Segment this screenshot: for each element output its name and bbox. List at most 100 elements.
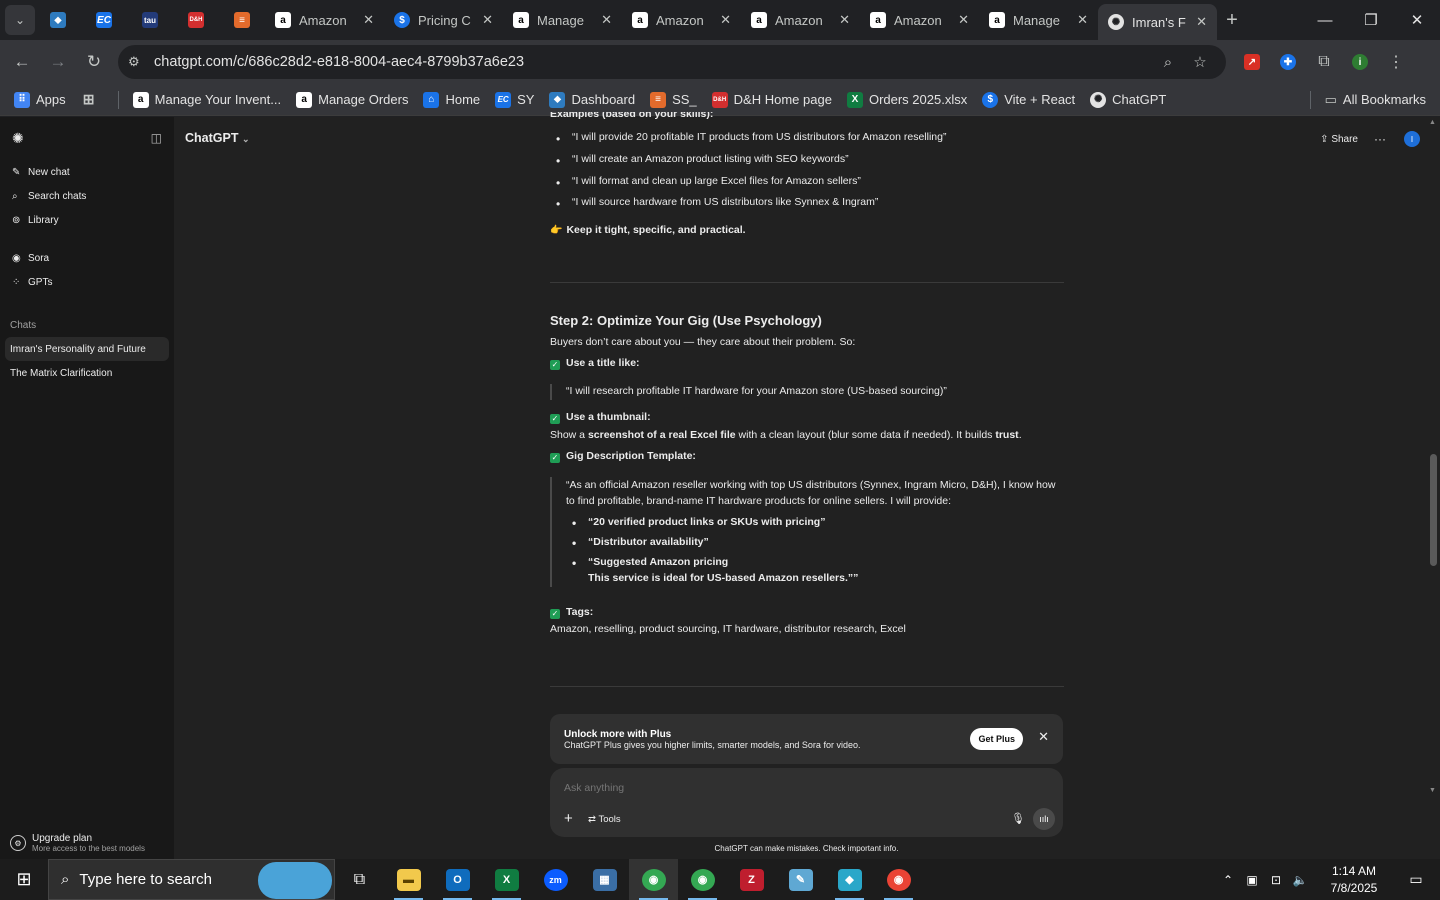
- close-icon[interactable]: ✕: [1038, 729, 1049, 745]
- chrome-profile-icon[interactable]: ◉: [874, 859, 923, 900]
- tab-1[interactable]: a Amazon ✕: [265, 0, 384, 40]
- bookmark-tab-groups[interactable]: ⊞: [81, 91, 103, 108]
- close-icon[interactable]: ✕: [839, 12, 850, 28]
- close-icon[interactable]: ✕: [482, 12, 493, 28]
- bookmark-dh-home[interactable]: D&H D&H Home page: [711, 91, 832, 108]
- sidebar-item-sora[interactable]: ◉ Sora: [0, 246, 174, 270]
- tab-7[interactable]: a Manage ✕: [979, 0, 1098, 40]
- bookmark-manage-orders[interactable]: a Manage Orders: [296, 91, 408, 108]
- scrollbar-thumb[interactable]: [1430, 454, 1437, 566]
- bookmark-manage-inventory[interactable]: a Manage Your Invent...: [132, 91, 281, 108]
- reload-icon[interactable]: ↻: [76, 44, 112, 80]
- site-info-icon[interactable]: ⚙: [128, 54, 150, 70]
- chat-item[interactable]: The Matrix Clarification: [5, 361, 169, 385]
- chrome-icon[interactable]: ◉: [629, 859, 678, 900]
- close-icon[interactable]: ✕: [1077, 12, 1088, 28]
- close-icon[interactable]: ✕: [720, 12, 731, 28]
- pinned-tab-3[interactable]: tau: [127, 0, 173, 40]
- bookmark-chatgpt[interactable]: ✺ ChatGPT: [1090, 91, 1166, 108]
- tab-search-chevron-icon[interactable]: ⌄: [5, 5, 35, 35]
- address-bar[interactable]: ⚙ chatgpt.com/c/686c28d2-e818-8004-aec4-…: [118, 45, 1226, 79]
- taskbar-search[interactable]: ⌕ Type here to search: [48, 859, 335, 900]
- task-view-icon[interactable]: ⧉: [335, 859, 384, 900]
- openai-logo-icon[interactable]: ✺: [12, 130, 24, 147]
- close-window-icon[interactable]: ✕: [1394, 0, 1440, 40]
- tab-4[interactable]: a Amazon ✕: [622, 0, 741, 40]
- more-options-icon[interactable]: ···: [1374, 132, 1386, 146]
- sidebar-item-new-chat[interactable]: ✎ New chat: [0, 160, 174, 184]
- clock[interactable]: 1:14 AM 7/8/2025: [1316, 863, 1392, 897]
- scroll-up-icon[interactable]: ▲: [1429, 119, 1436, 126]
- extension-red-icon[interactable]: ↗: [1234, 44, 1270, 80]
- browser-menu-icon[interactable]: ⋮: [1378, 44, 1414, 80]
- tab-2[interactable]: $ Pricing C ✕: [384, 0, 503, 40]
- scroll-down-icon[interactable]: ▼: [1429, 787, 1436, 794]
- profile-avatar[interactable]: i: [1342, 44, 1378, 80]
- prompt-input[interactable]: [564, 782, 984, 794]
- volume-icon[interactable]: 🔈: [1288, 873, 1312, 887]
- add-attachment-icon[interactable]: +: [564, 810, 573, 827]
- tools-button[interactable]: ⇄ Tools: [588, 814, 621, 825]
- file-explorer-icon[interactable]: ▬: [384, 859, 433, 900]
- close-icon[interactable]: ✕: [958, 12, 969, 28]
- calculator-icon[interactable]: ▦: [580, 859, 629, 900]
- pinned-tab-1[interactable]: ⬥: [35, 0, 81, 40]
- forward-icon[interactable]: →: [40, 44, 76, 80]
- chat-item-active[interactable]: Imran's Personality and Future: [5, 337, 169, 361]
- tab-3[interactable]: a Manage ✕: [503, 0, 622, 40]
- close-sidebar-icon[interactable]: ◫: [151, 131, 162, 145]
- upgrade-plan[interactable]: ⚙ Upgrade plan More access to the best m…: [10, 833, 145, 853]
- filezilla-icon[interactable]: Z: [727, 859, 776, 900]
- chrome-icon[interactable]: ◉: [678, 859, 727, 900]
- back-icon[interactable]: ←: [4, 44, 40, 80]
- sidebar-item-library[interactable]: ⊚ Library: [0, 208, 174, 232]
- get-plus-button[interactable]: Get Plus: [970, 728, 1023, 750]
- notification-icon[interactable]: ▭: [1392, 871, 1440, 888]
- restore-icon[interactable]: ❐: [1348, 0, 1394, 40]
- new-tab-icon[interactable]: +: [1217, 9, 1247, 32]
- show-hidden-icons-icon[interactable]: ⌃: [1216, 873, 1240, 887]
- close-icon[interactable]: ✕: [601, 12, 612, 28]
- share-button[interactable]: ⇪ Share: [1320, 134, 1358, 145]
- bookmark-orders-xlsx[interactable]: X Orders 2025.xlsx: [846, 91, 967, 108]
- voice-mode-icon[interactable]: ıılı: [1033, 808, 1055, 830]
- bookmark-dashboard[interactable]: ⬥ Dashboard: [549, 91, 635, 108]
- extensions-puzzle-icon[interactable]: ⧉: [1306, 44, 1342, 80]
- notepad-icon[interactable]: ✎: [776, 859, 825, 900]
- app-diamond-icon[interactable]: ◆: [825, 859, 874, 900]
- scrollbar[interactable]: ▲ ▼: [1429, 117, 1437, 859]
- url-text[interactable]: chatgpt.com/c/686c28d2-e818-8004-aec4-87…: [154, 54, 1152, 70]
- model-selector[interactable]: ChatGPT ⌄: [185, 131, 250, 145]
- bookmark-label: D&H Home page: [733, 92, 832, 107]
- tab-active[interactable]: ✺ Imran's F ✕: [1098, 4, 1217, 40]
- excel-icon[interactable]: X: [482, 859, 531, 900]
- minimize-icon[interactable]: —: [1302, 0, 1348, 40]
- bookmark-sy[interactable]: EC SY: [495, 91, 534, 108]
- tab-title: Amazon: [775, 12, 823, 28]
- sidebar-item-gpts[interactable]: ⁘ GPTs: [0, 270, 174, 294]
- tab-6[interactable]: a Amazon ✕: [860, 0, 979, 40]
- pinned-tab-5[interactable]: ≡: [219, 0, 265, 40]
- zoom-icon[interactable]: zm: [531, 859, 580, 900]
- extension-blue-icon[interactable]: ✚: [1270, 44, 1306, 80]
- bookmark-apps[interactable]: ⠿ Apps: [14, 91, 66, 108]
- close-icon[interactable]: ✕: [1196, 14, 1207, 30]
- pinned-tab-2[interactable]: EC: [81, 0, 127, 40]
- outlook-icon[interactable]: O: [433, 859, 482, 900]
- all-bookmarks[interactable]: ▭ All Bookmarks: [1309, 90, 1426, 109]
- bookmark-vite-react[interactable]: $ Vite + React: [982, 91, 1075, 108]
- network-alert-icon[interactable]: ▣: [1240, 873, 1264, 887]
- avatar[interactable]: I: [1404, 131, 1420, 147]
- network-icon[interactable]: ⊡: [1264, 873, 1288, 887]
- search-icon: ⌕: [12, 190, 18, 202]
- pinned-tab-4[interactable]: D&H: [173, 0, 219, 40]
- tab-5[interactable]: a Amazon ✕: [741, 0, 860, 40]
- microphone-icon[interactable]: 🎙: [1011, 812, 1025, 825]
- sidebar-item-search-chats[interactable]: ⌕ Search chats: [0, 184, 174, 208]
- star-icon[interactable]: ☆: [1184, 53, 1216, 71]
- bookmark-home[interactable]: ⌂ Home: [423, 91, 480, 108]
- zoom-icon[interactable]: ⌕: [1152, 54, 1184, 71]
- windows-start-icon[interactable]: ⊞: [0, 859, 48, 900]
- bookmark-ss[interactable]: ≡ SS_: [650, 91, 697, 108]
- close-icon[interactable]: ✕: [363, 12, 374, 28]
